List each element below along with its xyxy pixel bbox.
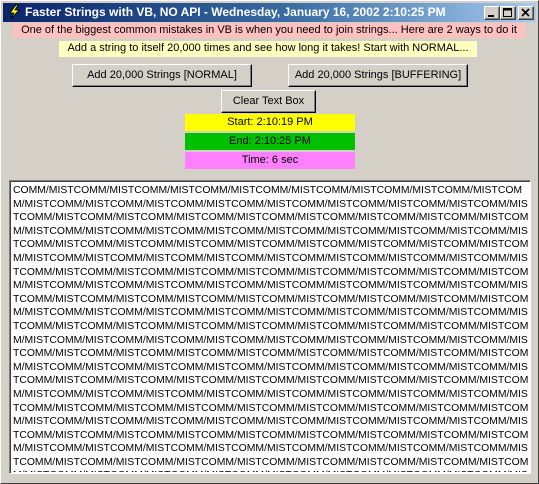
- maximize-icon: [503, 8, 512, 17]
- end-time-label: End: 2:10:25 PM: [185, 133, 355, 150]
- minimize-button[interactable]: [484, 6, 500, 20]
- output-text[interactable]: COMM/MISTCOMM/MISTCOMM/MISTCOMM/MISTCOMM…: [13, 184, 529, 472]
- output-text-box[interactable]: COMM/MISTCOMM/MISTCOMM/MISTCOMM/MISTCOMM…: [9, 180, 531, 474]
- add-strings-buffering-button[interactable]: Add 20,000 Strings [BUFFERING]: [288, 64, 468, 87]
- maximize-button[interactable]: [500, 6, 516, 20]
- app-window: Faster Strings with VB, NO API - Wednesd…: [0, 0, 539, 484]
- window-title: Faster Strings with VB, NO API - Wednesd…: [25, 5, 446, 19]
- clear-text-box-button[interactable]: Clear Text Box: [221, 90, 316, 113]
- start-time-label: Start: 2:10:19 PM: [185, 114, 355, 131]
- title-bar[interactable]: Faster Strings with VB, NO API - Wednesd…: [3, 3, 536, 22]
- lightning-app-icon: [6, 4, 22, 20]
- elapsed-time-label: Time: 6 sec: [185, 152, 355, 169]
- add-strings-normal-button[interactable]: Add 20,000 Strings [NORMAL]: [72, 64, 252, 87]
- intro-banner: One of the biggest common mistakes in VB…: [13, 23, 525, 38]
- close-icon: [521, 8, 530, 17]
- minimize-icon: [488, 15, 494, 17]
- instruction-banner: Add a string to itself 20,000 times and …: [59, 41, 477, 57]
- close-button[interactable]: [518, 6, 534, 20]
